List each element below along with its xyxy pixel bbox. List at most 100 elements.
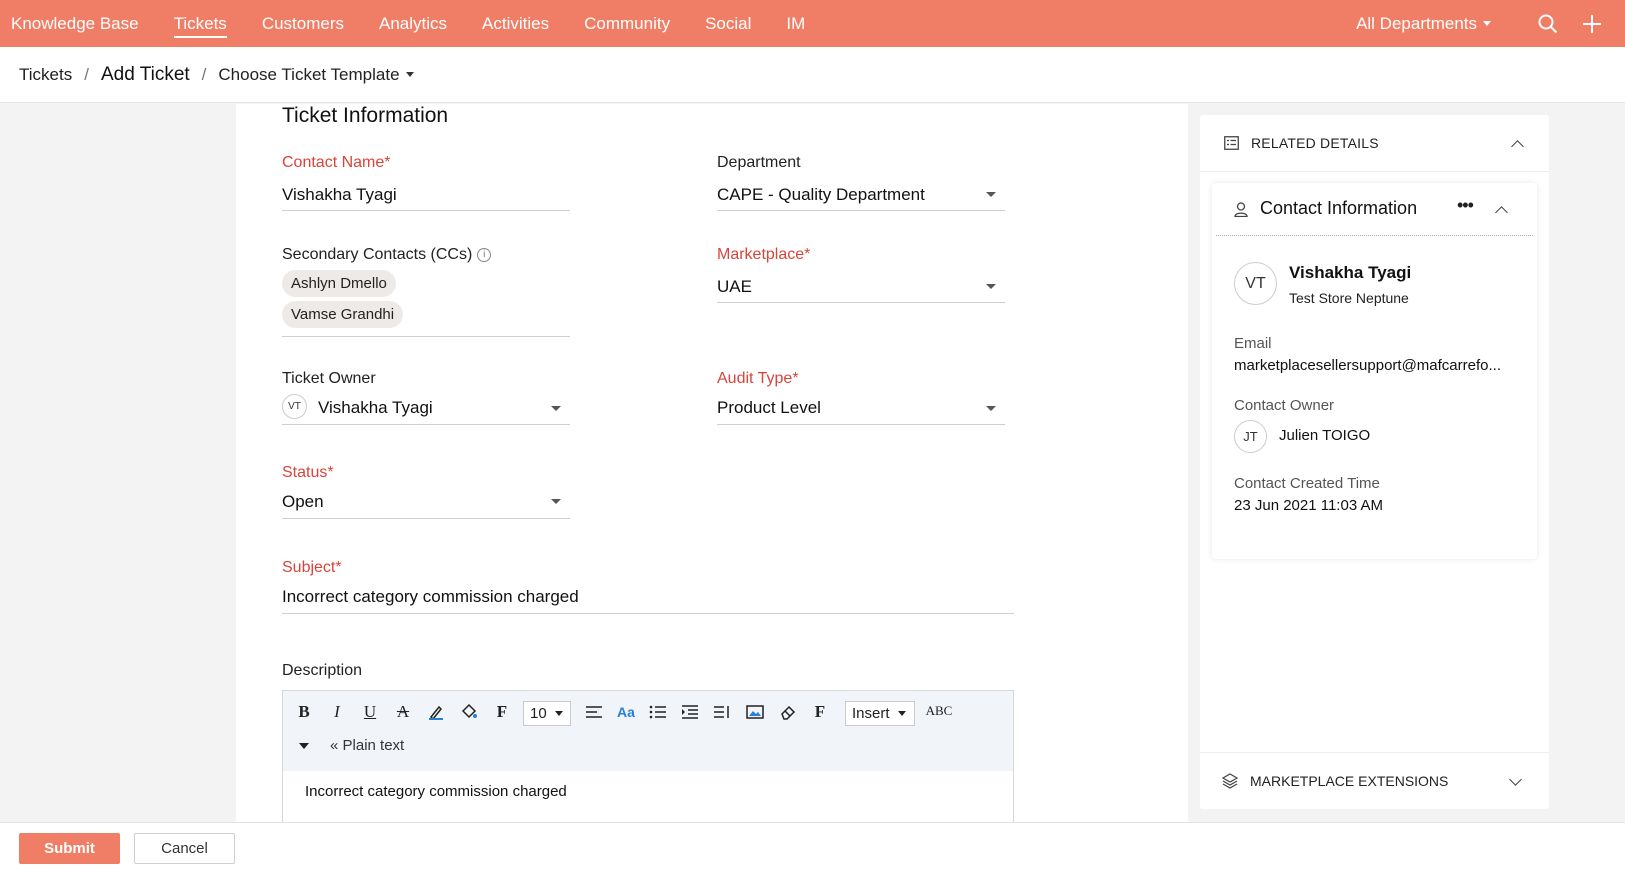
submit-button[interactable]: Submit [19, 833, 120, 864]
field-underline [282, 518, 570, 519]
chevron-down-icon[interactable] [551, 499, 561, 504]
contact-name-field[interactable]: Contact Name* Vishakha Tyagi [282, 154, 570, 214]
chevron-up-icon[interactable] [1511, 140, 1524, 153]
audit-type-field[interactable]: Audit Type* Product Level [717, 370, 1005, 430]
line-spacing-icon[interactable] [711, 701, 733, 723]
contact-chip[interactable]: Ashlyn Dmello [282, 270, 396, 297]
department-field-label: Department [717, 154, 801, 171]
italic-icon[interactable]: I [326, 701, 348, 723]
department-selector[interactable]: All Departments [1356, 14, 1491, 34]
bold-icon[interactable]: B [293, 701, 315, 723]
department-field[interactable]: Department CAPE - Quality Department [717, 154, 1005, 214]
chevron-down-icon[interactable] [986, 284, 996, 289]
card-title: Contact Information [1260, 198, 1418, 218]
page-title: Add Ticket [100, 63, 190, 85]
info-icon[interactable]: i [477, 247, 492, 262]
cancel-button[interactable]: Cancel [134, 833, 235, 864]
nav-customers[interactable]: Customers [262, 0, 344, 47]
chevron-down-icon[interactable] [986, 406, 996, 411]
subject-field[interactable]: Subject* Incorrect category commission c… [282, 559, 1014, 619]
nav-analytics[interactable]: Analytics [379, 0, 447, 47]
contact-information-card: Contact Information ••• VT Vishakha Tyag… [1212, 183, 1537, 559]
ticket-owner-field[interactable]: Ticket Owner VT Vishakha Tyagi [282, 370, 570, 430]
secondary-contacts-label: Secondary Contacts (CCs) [282, 246, 473, 263]
font-family-icon[interactable]: F [491, 701, 513, 723]
description-label: Description [282, 662, 363, 679]
text-color-icon[interactable] [425, 701, 447, 723]
contact-chip[interactable]: Vamse Grandhi [282, 301, 404, 328]
breadcrumb-tickets[interactable]: Tickets [19, 65, 72, 85]
chevron-down-icon[interactable] [551, 406, 561, 411]
search-icon[interactable] [1537, 13, 1559, 35]
email-label: Email [1234, 335, 1272, 352]
chevron-up-icon[interactable] [1495, 206, 1508, 219]
nav-activities[interactable]: Activities [482, 0, 549, 47]
breadcrumb-separator: / [84, 64, 89, 84]
chevron-down-icon[interactable] [1509, 773, 1522, 786]
image-icon[interactable] [744, 701, 766, 723]
ticket-owner-value[interactable]: Vishakha Tyagi [318, 398, 433, 418]
spellcheck-icon[interactable]: ABC [923, 700, 955, 722]
eraser-icon[interactable] [777, 701, 799, 723]
status-value[interactable]: Open [282, 492, 324, 512]
more-tools-icon[interactable] [299, 743, 309, 749]
description-editor[interactable]: B I U A F 10 Aa F Insert ABC « Plain tex… [282, 690, 1014, 822]
related-details-title: RELATED DETAILS [1251, 135, 1379, 151]
status-field[interactable]: Status* Open [282, 464, 570, 524]
chevron-down-icon [405, 72, 414, 77]
marketplace-extensions-header[interactable]: MARKETPLACE EXTENSIONS [1200, 752, 1549, 809]
marketplace-label: Marketplace [717, 246, 805, 263]
font-size-value: 10 [530, 705, 547, 722]
breadcrumb-separator: / [201, 64, 207, 84]
font-size-select[interactable]: 10 [523, 701, 571, 726]
department-value[interactable]: CAPE - Quality Department [717, 185, 925, 205]
font-style-icon[interactable]: Aa [615, 701, 637, 723]
contact-name[interactable]: Vishakha Tyagi [1289, 263, 1411, 283]
field-underline [282, 613, 1014, 614]
chevron-down-icon[interactable] [986, 192, 996, 197]
nav-tickets[interactable]: Tickets [173, 0, 228, 47]
template-selector[interactable]: Choose Ticket Template [218, 65, 414, 85]
marketplace-value[interactable]: UAE [717, 277, 752, 297]
secondary-contacts-field[interactable]: Secondary Contacts (CCs) i Ashlyn Dmello … [282, 246, 570, 338]
marketplace-field[interactable]: Marketplace* UAE [717, 246, 1005, 306]
marketplace-extensions-title: MARKETPLACE EXTENSIONS [1250, 773, 1449, 789]
contact-account[interactable]: Test Store Neptune [1289, 290, 1409, 306]
nav-social[interactable]: Social [705, 0, 751, 47]
status-label: Status [282, 464, 328, 481]
plain-text-toggle[interactable]: « Plain text [330, 737, 404, 754]
ticket-owner-label: Ticket Owner [282, 370, 376, 387]
contact-name-label: Contact Name [282, 154, 385, 171]
audit-type-label: Audit Type [717, 370, 793, 387]
plus-icon[interactable] [1581, 13, 1603, 35]
description-body[interactable]: Incorrect category commission charged [305, 783, 567, 800]
contact-name-value[interactable]: Vishakha Tyagi [282, 185, 397, 205]
indent-icon[interactable] [679, 701, 701, 723]
audit-type-value[interactable]: Product Level [717, 398, 821, 418]
top-navigation: Knowledge Base Tickets Customers Analyti… [0, 0, 1625, 47]
subject-label: Subject [282, 559, 336, 576]
nav-im[interactable]: IM [786, 0, 805, 47]
format-painter-icon[interactable]: F [809, 701, 831, 723]
bullet-list-icon[interactable] [647, 701, 669, 723]
double-chevron-left-icon: « [330, 737, 339, 754]
chevron-down-icon [554, 711, 563, 716]
underline-icon[interactable]: U [359, 701, 381, 723]
description-label-wrap: Description [282, 662, 362, 680]
strikethrough-icon[interactable]: A [392, 701, 414, 723]
required-mark: * [384, 154, 391, 171]
action-bar: Submit Cancel [0, 822, 1625, 877]
related-details-header[interactable]: RELATED DETAILS [1200, 115, 1549, 172]
created-time-value: 23 Jun 2021 11:03 AM [1234, 497, 1384, 514]
fill-color-icon[interactable] [458, 701, 480, 723]
nav-community[interactable]: Community [584, 0, 670, 47]
insert-menu[interactable]: Insert [845, 701, 915, 726]
align-left-icon[interactable] [583, 701, 605, 723]
ticket-form: Ticket Information Contact Name* Vishakh… [236, 104, 1188, 822]
email-value[interactable]: marketplacesellersupport@mafcarrefo... [1234, 357, 1501, 374]
avatar: VT [1234, 262, 1277, 305]
editor-toolbar: B I U A F 10 Aa F Insert ABC « Plain tex… [283, 691, 1013, 771]
nav-knowledge-base[interactable]: Knowledge Base [11, 0, 139, 47]
more-options-icon[interactable]: ••• [1457, 195, 1474, 216]
subject-value[interactable]: Incorrect category commission charged [282, 587, 579, 607]
